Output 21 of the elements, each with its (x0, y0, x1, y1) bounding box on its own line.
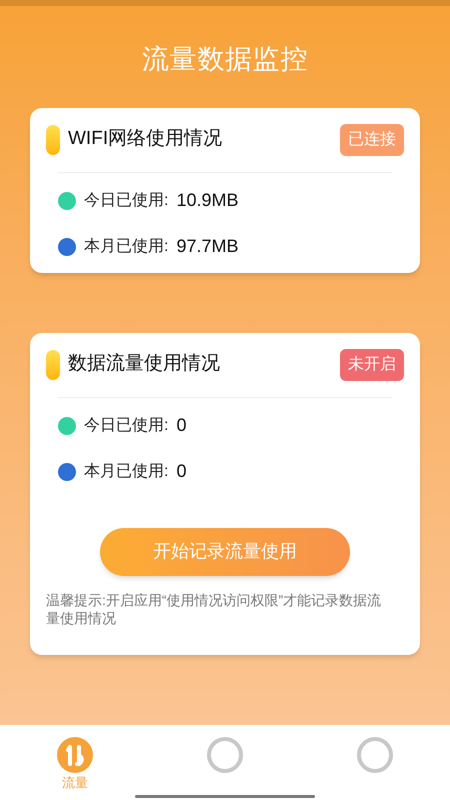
usage-value: 10.9MB (176, 189, 238, 212)
tip-text: 温馨提示:开启应用“使用情况访问权限”才能记录数据流量使用情况 (46, 590, 382, 626)
usage-value: 0 (176, 460, 186, 483)
usage-value: 97.7MB (176, 235, 238, 258)
marker-icon (46, 124, 60, 154)
marker-icon (46, 350, 60, 380)
card-title: 数据流量使用情况 (68, 352, 221, 376)
status-badge: 未开启 (340, 348, 404, 380)
usage-label: 本月已使用: (84, 462, 168, 482)
usage-label: 今日已使用: (84, 190, 168, 210)
card-title: WIFI网络使用情况 (68, 127, 224, 152)
usage-value: 0 (176, 414, 186, 437)
usage-label: 今日已使用: (84, 416, 168, 436)
status-badge: 已连接 (340, 124, 404, 156)
tab-icon (207, 737, 243, 773)
usage-label: 本月已使用: (84, 236, 168, 256)
page-title: 流量数据监控 (140, 43, 310, 76)
start-record-button[interactable]: 开始记录流量使用 (100, 528, 350, 576)
tab-icon (357, 737, 393, 773)
nav-tab[interactable]: 流量 (0, 737, 150, 792)
traffic-icon (57, 737, 93, 773)
